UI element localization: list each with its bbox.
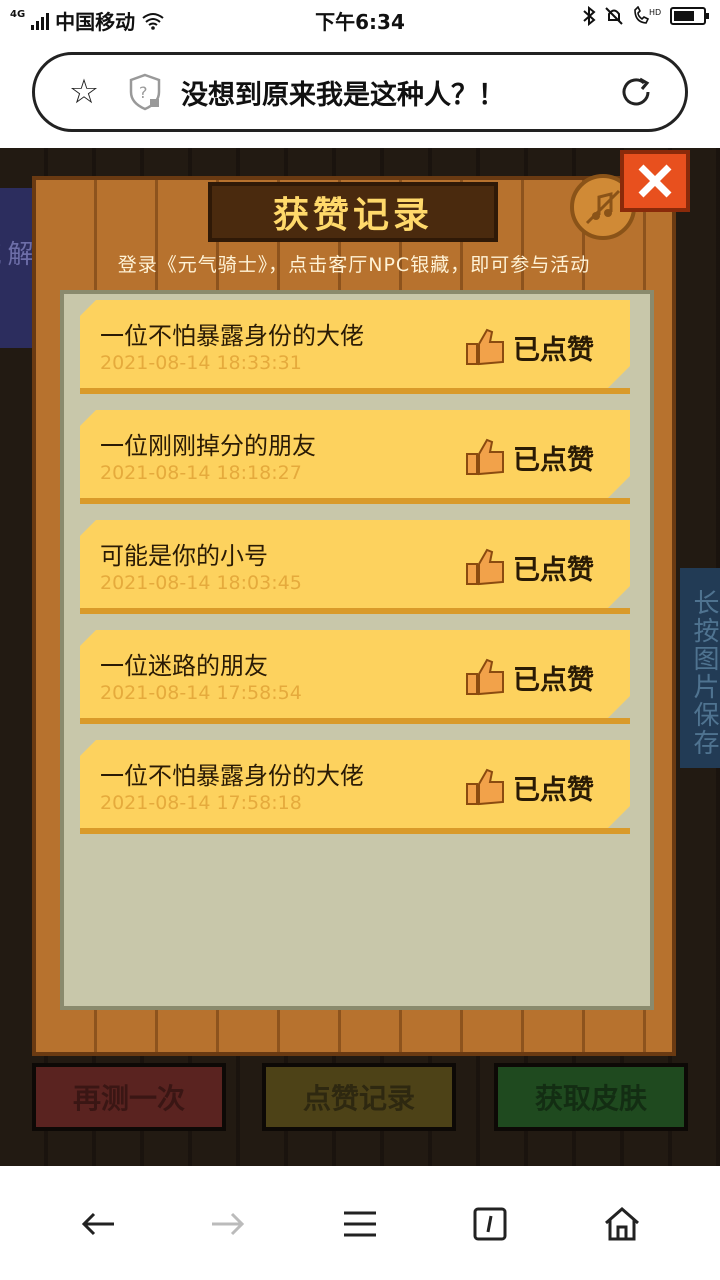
home-icon[interactable]	[592, 1194, 652, 1254]
record-name: 一位不怕暴露身份的大佬	[100, 322, 364, 350]
tabs-icon[interactable]	[460, 1194, 520, 1254]
record-item: 一位不怕暴露身份的大佬 2021-08-14 17:58:18 已点赞	[80, 740, 630, 834]
save-image-hint: 长按图片保存	[680, 568, 720, 768]
record-name: 一位不怕暴露身份的大佬	[100, 762, 364, 790]
record-item: 一位刚刚掉分的朋友 2021-08-14 18:18:27 已点赞	[80, 410, 630, 504]
records-panel: 一位不怕暴露身份的大佬 2021-08-14 18:33:31 已点赞 一位刚刚…	[60, 290, 654, 1010]
address-bar: ☆ ? 没想到原来我是这种人？！	[0, 38, 720, 148]
back-arrow-icon[interactable]	[68, 1194, 128, 1254]
liked-label: 已点赞	[513, 554, 594, 586]
site-security-icon[interactable]: ?	[125, 72, 165, 112]
close-icon[interactable]	[620, 150, 690, 212]
liked-badge: 已点赞	[465, 546, 594, 588]
reload-icon[interactable]	[601, 74, 671, 110]
liked-label: 已点赞	[513, 664, 594, 696]
bookmark-star-icon[interactable]: ☆	[49, 72, 119, 112]
record-item: 可能是你的小号 2021-08-14 18:03:45 已点赞	[80, 520, 630, 614]
thumbs-up-icon	[466, 658, 504, 696]
liked-label: 已点赞	[513, 334, 594, 366]
mute-bell-icon	[605, 7, 623, 25]
status-right: HD	[582, 6, 709, 26]
dialog-subtitle: 登录《元气骑士》，点击客厅NPC银藏，即可参与活动	[117, 254, 591, 276]
svg-text:HD: HD	[649, 8, 661, 17]
status-bar: 4G 中国移动 下午6:34 HD	[0, 0, 720, 38]
thumbs-up-icon	[466, 768, 504, 806]
page-title[interactable]: 没想到原来我是这种人？！	[181, 73, 601, 112]
game-viewport: 解 流 双 长按图片保存 再测一次 点赞记录 获取皮肤 获赞记录 登录《元气骑士…	[0, 148, 720, 1166]
record-item: 一位不怕暴露身份的大佬 2021-08-14 18:33:31 已点赞	[80, 300, 630, 394]
liked-badge: 已点赞	[465, 766, 594, 808]
svg-text:?: ?	[139, 83, 148, 102]
url-field[interactable]: ☆ ? 没想到原来我是这种人？！	[32, 52, 688, 132]
thumbs-up-icon	[466, 548, 504, 586]
liked-badge: 已点赞	[465, 326, 594, 368]
browser-nav-bar	[0, 1166, 720, 1280]
record-time: 2021-08-14 18:18:27	[100, 462, 302, 484]
record-time: 2021-08-14 17:58:18	[100, 792, 302, 814]
like-records-dialog: 获赞记录 登录《元气骑士》，点击客厅NPC银藏，即可参与活动 一位不怕暴露身份的…	[32, 150, 690, 1056]
hd-call-icon: HD	[634, 6, 661, 24]
record-time: 2021-08-14 17:58:54	[100, 682, 302, 704]
get-skin-button[interactable]: 获取皮肤	[494, 1063, 688, 1131]
retry-button[interactable]: 再测一次	[32, 1063, 226, 1131]
dialog-title: 获赞记录	[208, 182, 498, 242]
record-name: 可能是你的小号	[100, 542, 268, 570]
record-name: 一位迷路的朋友	[100, 652, 268, 680]
battery-level	[674, 11, 694, 21]
like-records-button[interactable]: 点赞记录	[262, 1063, 456, 1131]
record-name: 一位刚刚掉分的朋友	[100, 432, 316, 460]
liked-badge: 已点赞	[465, 656, 594, 698]
record-time: 2021-08-14 18:33:31	[100, 352, 302, 374]
liked-label: 已点赞	[513, 774, 594, 806]
menu-icon[interactable]	[330, 1194, 390, 1254]
bluetooth-icon	[583, 6, 596, 26]
liked-badge: 已点赞	[465, 436, 594, 478]
record-time: 2021-08-14 18:03:45	[100, 572, 302, 594]
record-item: 一位迷路的朋友 2021-08-14 17:58:54 已点赞	[80, 630, 630, 724]
thumbs-up-icon	[466, 438, 504, 476]
battery-icon	[670, 7, 709, 25]
thumbs-up-icon	[466, 328, 504, 366]
liked-label: 已点赞	[513, 444, 594, 476]
forward-arrow-icon[interactable]	[198, 1194, 258, 1254]
